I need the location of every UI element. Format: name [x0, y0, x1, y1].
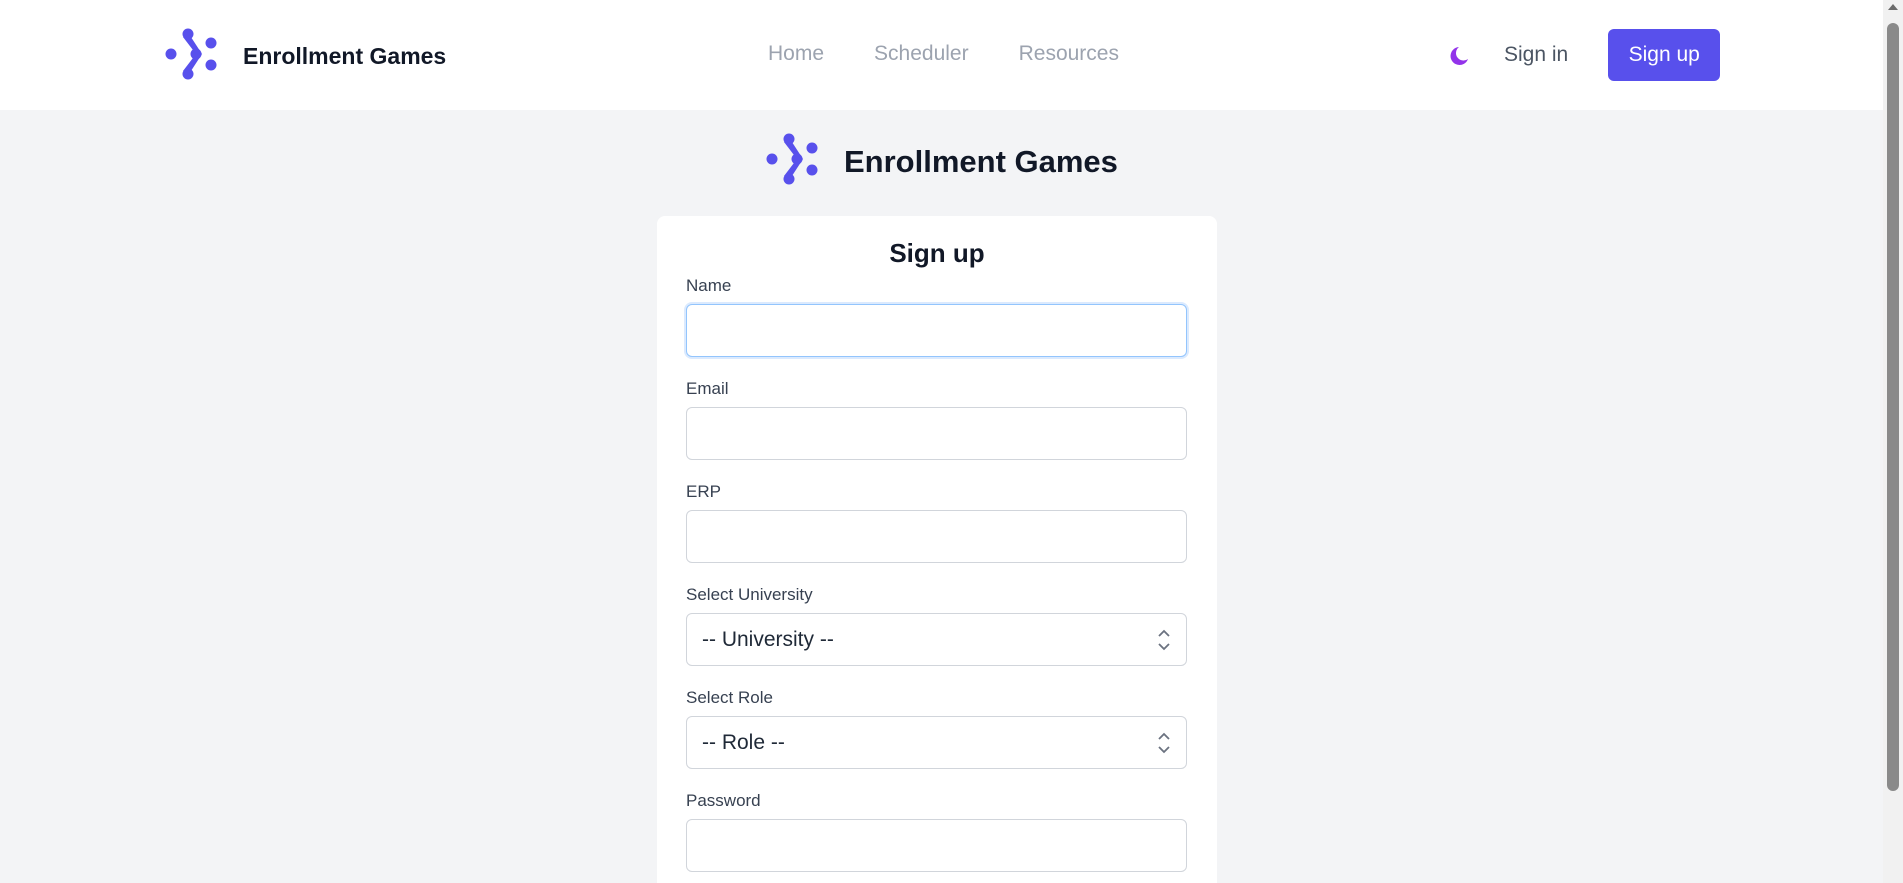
brand-name: Enrollment Games — [243, 43, 447, 69]
role-select[interactable]: -- Role -- — [686, 716, 1187, 769]
nav-links: Home Scheduler Resources — [768, 42, 1169, 66]
nav-link-home[interactable]: Home — [768, 42, 824, 66]
form-title: Sign up — [889, 238, 985, 268]
page-scrollbar[interactable] — [1883, 0, 1903, 883]
role-selected-value: -- Role -- — [702, 730, 785, 754]
email-input[interactable] — [686, 407, 1187, 460]
password-field-group: Password — [686, 791, 1187, 872]
hero-title: Enrollment Games — [844, 143, 1118, 179]
university-selected-value: -- University -- — [702, 627, 834, 651]
brand[interactable]: Enrollment Games — [165, 28, 446, 85]
university-select[interactable]: -- University -- — [686, 613, 1187, 666]
password-label: Password — [686, 791, 761, 810]
logo-icon — [766, 133, 818, 190]
university-label: Select University — [686, 585, 813, 604]
university-field-group: Select University -- University -- — [686, 585, 1187, 666]
name-field-group: Name — [686, 276, 1187, 357]
erp-input[interactable] — [686, 510, 1187, 563]
nav-actions: Sign in Sign up — [1445, 29, 1721, 81]
name-label: Name — [686, 276, 732, 295]
hero-brand: Enrollment Games — [766, 133, 1118, 190]
scroll-up-arrow-icon[interactable] — [1888, 4, 1898, 10]
logo-icon — [165, 28, 217, 85]
navbar: Enrollment Games Home Scheduler Resource… — [0, 0, 1883, 110]
password-input[interactable] — [686, 819, 1187, 872]
role-label: Select Role — [686, 688, 773, 707]
email-field-group: Email — [686, 379, 1187, 460]
erp-field-group: ERP — [686, 482, 1187, 563]
signin-link[interactable]: Sign in — [1504, 43, 1568, 67]
erp-label: ERP — [686, 482, 721, 501]
chevron-up-down-icon — [1157, 730, 1171, 756]
role-field-group: Select Role -- Role -- — [686, 688, 1187, 769]
nav-link-resources[interactable]: Resources — [1019, 42, 1119, 66]
signup-button[interactable]: Sign up — [1608, 29, 1721, 81]
name-input[interactable] — [686, 304, 1187, 357]
nav-link-scheduler[interactable]: Scheduler — [874, 42, 969, 66]
scrollbar-thumb[interactable] — [1887, 23, 1899, 791]
chevron-up-down-icon — [1157, 627, 1171, 653]
moon-icon[interactable] — [1445, 42, 1471, 68]
email-label: Email — [686, 379, 729, 398]
signup-card: Sign up Name Email ERP Select University… — [657, 216, 1217, 883]
